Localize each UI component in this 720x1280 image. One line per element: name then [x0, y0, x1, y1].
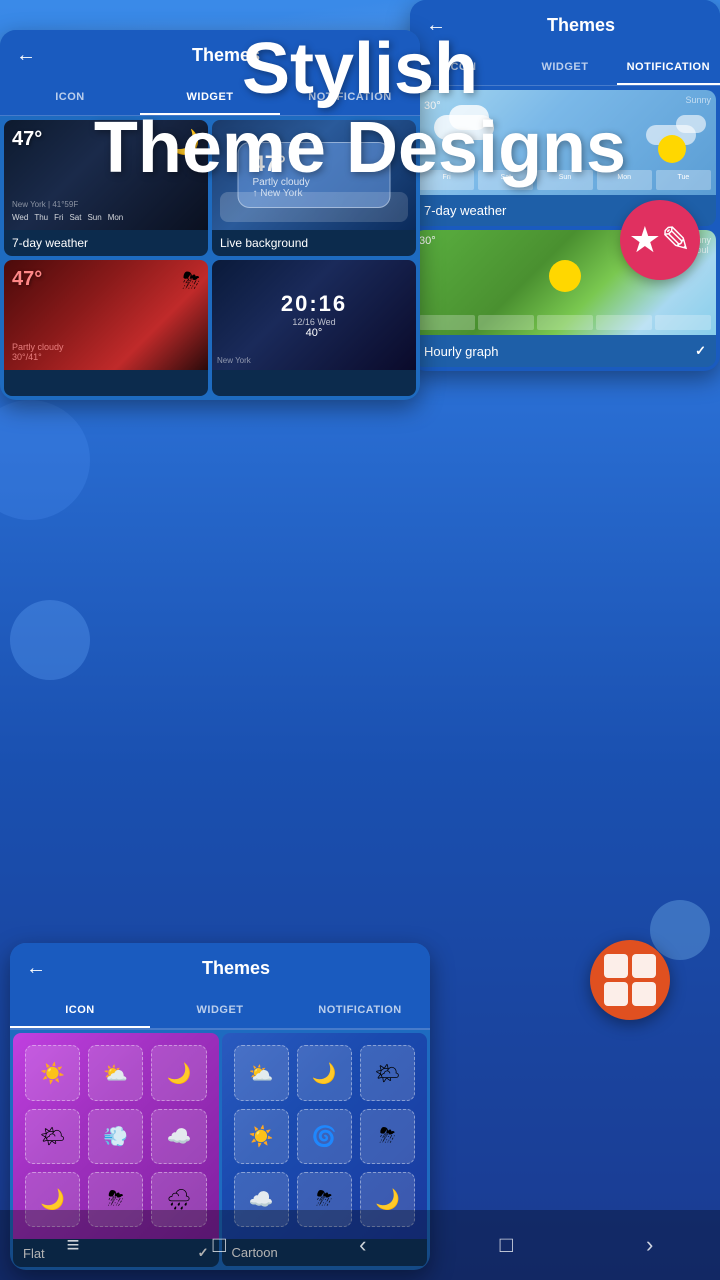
grid-icon [600, 950, 660, 1010]
star-pencil-icon: ★✎ [629, 219, 691, 261]
right-card-hourly-label: Hourly graph ✓ [414, 335, 716, 367]
badge-button[interactable]: ★✎ [620, 200, 700, 280]
bokeh-2 [10, 600, 90, 680]
nav-square[interactable]: □ [490, 1222, 523, 1268]
icon-flat-partcloud: 🌤 [25, 1109, 80, 1164]
checkmark-hourly: ✓ [695, 343, 706, 359]
tab-icon-bottom[interactable]: ICON [10, 994, 150, 1028]
nav-back[interactable]: ‹ [349, 1222, 376, 1268]
grid-cell-3 [604, 982, 628, 1006]
tab-widget-bottom[interactable]: WIDGET [150, 994, 290, 1028]
icon-cartoon-sun: ☀️ [234, 1109, 289, 1164]
icon-theme-flat: ☀️ ⛅ 🌙 🌤 💨 ☁️ 🌙 ⛈ 🌧 [13, 1033, 219, 1239]
panel-bottom-header: ← Themes [10, 943, 430, 994]
icon-cartoon-cloud: ⛅ [234, 1045, 289, 1100]
theme-card-clock-img: 20:16 12/16 Wed 40° New York [212, 260, 416, 370]
hero-section: Stylish Theme Designs [0, 30, 720, 188]
icon-flat-wind: 💨 [88, 1109, 143, 1164]
icon-flat-cloud: ⛅ [88, 1045, 143, 1100]
fab-button[interactable] [590, 940, 670, 1020]
label-hourly: Hourly graph [424, 344, 498, 359]
icon-cartoon-storm: ⛈ [360, 1109, 415, 1164]
icon-cartoon-swirl: 🌀 [297, 1109, 352, 1164]
icon-flat-sun: ☀️ [25, 1045, 80, 1100]
grid-cell-1 [604, 954, 628, 978]
icon-cartoon-partcloud: 🌤 [360, 1045, 415, 1100]
theme-card-clock-label [212, 370, 416, 396]
nav-menu[interactable]: ≡ [57, 1222, 90, 1268]
theme-card-red-img: 47° Partly cloudy 30°/41° ⛈ [4, 260, 208, 370]
theme-card-red-label [4, 370, 208, 396]
temp-red: 47° [12, 268, 42, 291]
theme-card-glass-label: Live background [212, 230, 416, 256]
nav-forward[interactable]: › [636, 1222, 663, 1268]
sun-hourly [549, 260, 581, 292]
theme-card-red[interactable]: 47° Partly cloudy 30°/41° ⛈ [4, 260, 208, 396]
grid-cell-2 [632, 954, 656, 978]
panel-bottom-back[interactable]: ← [26, 957, 46, 980]
condition-dark: New York | 41°59F Wed Thu Fri Sat Sun Mo… [12, 200, 200, 222]
tab-notification-bottom[interactable]: NOTIFICATION [290, 994, 430, 1028]
icon-flat-moon: 🌙 [151, 1045, 206, 1100]
icon-cartoon-moon: 🌙 [297, 1045, 352, 1100]
icon-flat-cloud2: ☁️ [151, 1109, 206, 1164]
grid-cell-4 [632, 982, 656, 1006]
panel-bottom-tabs: ICON WIDGET NOTIFICATION [10, 994, 430, 1030]
hero-title: Stylish Theme Designs [0, 30, 720, 188]
theme-card-dark-label: 7-day weather [4, 230, 208, 256]
icon-theme-cartoon: ⛅ 🌙 🌤 ☀️ 🌀 ⛈ ☁️ ⛈ 🌙 [222, 1033, 428, 1239]
panel-bottom-title: Themes [58, 958, 414, 979]
nav-home[interactable]: □ [203, 1222, 236, 1268]
nav-bar: ≡ □ ‹ □ › [0, 1210, 720, 1280]
theme-card-clock[interactable]: 20:16 12/16 Wed 40° New York [212, 260, 416, 396]
label-7day: 7-day weather [424, 203, 506, 218]
